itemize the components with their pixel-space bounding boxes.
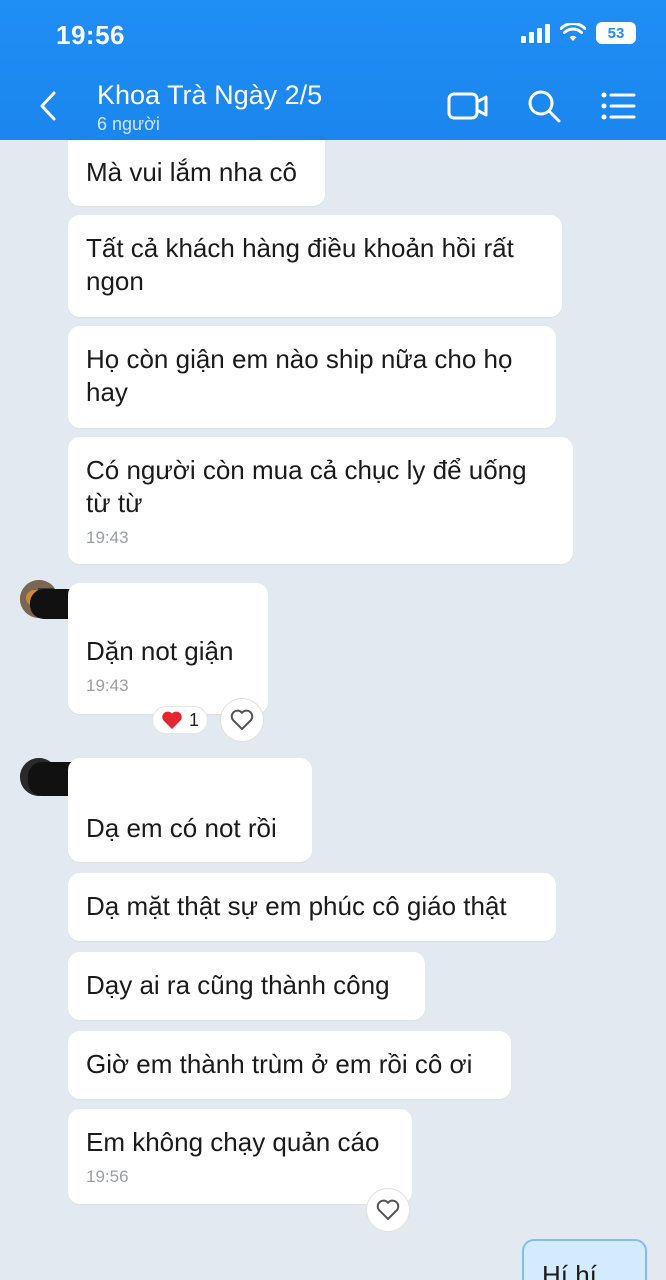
video-call-button[interactable] (446, 86, 490, 126)
message-bubble[interactable]: Có người còn mua cả chục ly để uống từ t… (68, 437, 573, 564)
message-bubble[interactable]: Mà vui lắm nha cô (68, 140, 325, 206)
message-bubble[interactable]: Dạy ai ra cũng thành công (68, 952, 425, 1020)
reaction-badge[interactable]: 1 (152, 706, 209, 734)
message-text: Dạ mặt thật sự em phúc cô giáo thật (86, 891, 507, 921)
cellular-signal-icon (521, 23, 550, 43)
menu-button[interactable] (596, 86, 640, 126)
heart-outline-icon (376, 1199, 400, 1220)
wifi-icon (560, 23, 586, 41)
member-count: 6 người (97, 114, 160, 134)
status-time: 19:56 (56, 20, 125, 50)
message-text: Hí hí (542, 1260, 597, 1280)
message-time: 19:43 (86, 528, 129, 547)
message-text: Họ còn giận em nào ship nữa cho họ hay (86, 344, 513, 407)
message-text: Có người còn mua cả chục ly để uống từ t… (86, 455, 527, 518)
message-bubble[interactable]: Dạ em có not rồi (68, 758, 312, 862)
search-icon (528, 90, 561, 123)
message-text: Em không chạy quản cáo (86, 1127, 380, 1157)
message-text: Dạy ai ra cũng thành công (86, 970, 390, 1000)
battery-indicator: 53 (596, 22, 636, 44)
message-text: Dặn not giận (86, 636, 234, 666)
message-text: Giờ em thành trùm ở em rồi cô ơi (86, 1049, 473, 1079)
reaction-count: 1 (189, 709, 200, 730)
message-bubble[interactable]: Tất cả khách hàng điều khoản hồi rất ngo… (68, 215, 562, 317)
message-bubble[interactable]: Họ còn giận em nào ship nữa cho họ hay (68, 326, 556, 428)
message-bubble[interactable]: Dặn not giận 19:43 (68, 583, 268, 714)
message-time: 19:56 (86, 1167, 129, 1186)
outgoing-message-bubble[interactable]: Hí hí (522, 1239, 647, 1280)
react-button[interactable] (220, 698, 264, 742)
message-bubble[interactable]: Giờ em thành trùm ở em rồi cô ơi (68, 1031, 511, 1099)
search-button[interactable] (522, 86, 566, 126)
heart-icon (162, 711, 182, 729)
message-text: Dạ em có not rồi (86, 813, 277, 843)
react-button[interactable] (366, 1188, 410, 1232)
message-text: Tất cả khách hàng điều khoản hồi rất ngo… (86, 233, 514, 296)
message-text: Mà vui lắm nha cô (86, 157, 297, 187)
chat-header: 19:56 53 Khoa Trà Ngày 2/5 6 người (0, 0, 666, 140)
video-camera-icon (447, 92, 488, 120)
heart-outline-icon (230, 709, 254, 730)
list-menu-icon (601, 92, 636, 120)
back-button[interactable] (30, 86, 66, 126)
message-time: 19:43 (86, 676, 129, 695)
status-icons: 53 (521, 22, 636, 44)
chat-title[interactable]: Khoa Trà Ngày 2/5 (97, 80, 322, 111)
chevron-left-icon (40, 91, 56, 121)
message-bubble[interactable]: Dạ mặt thật sự em phúc cô giáo thật (68, 873, 556, 941)
message-bubble[interactable]: Em không chạy quản cáo 19:56 (68, 1109, 412, 1204)
